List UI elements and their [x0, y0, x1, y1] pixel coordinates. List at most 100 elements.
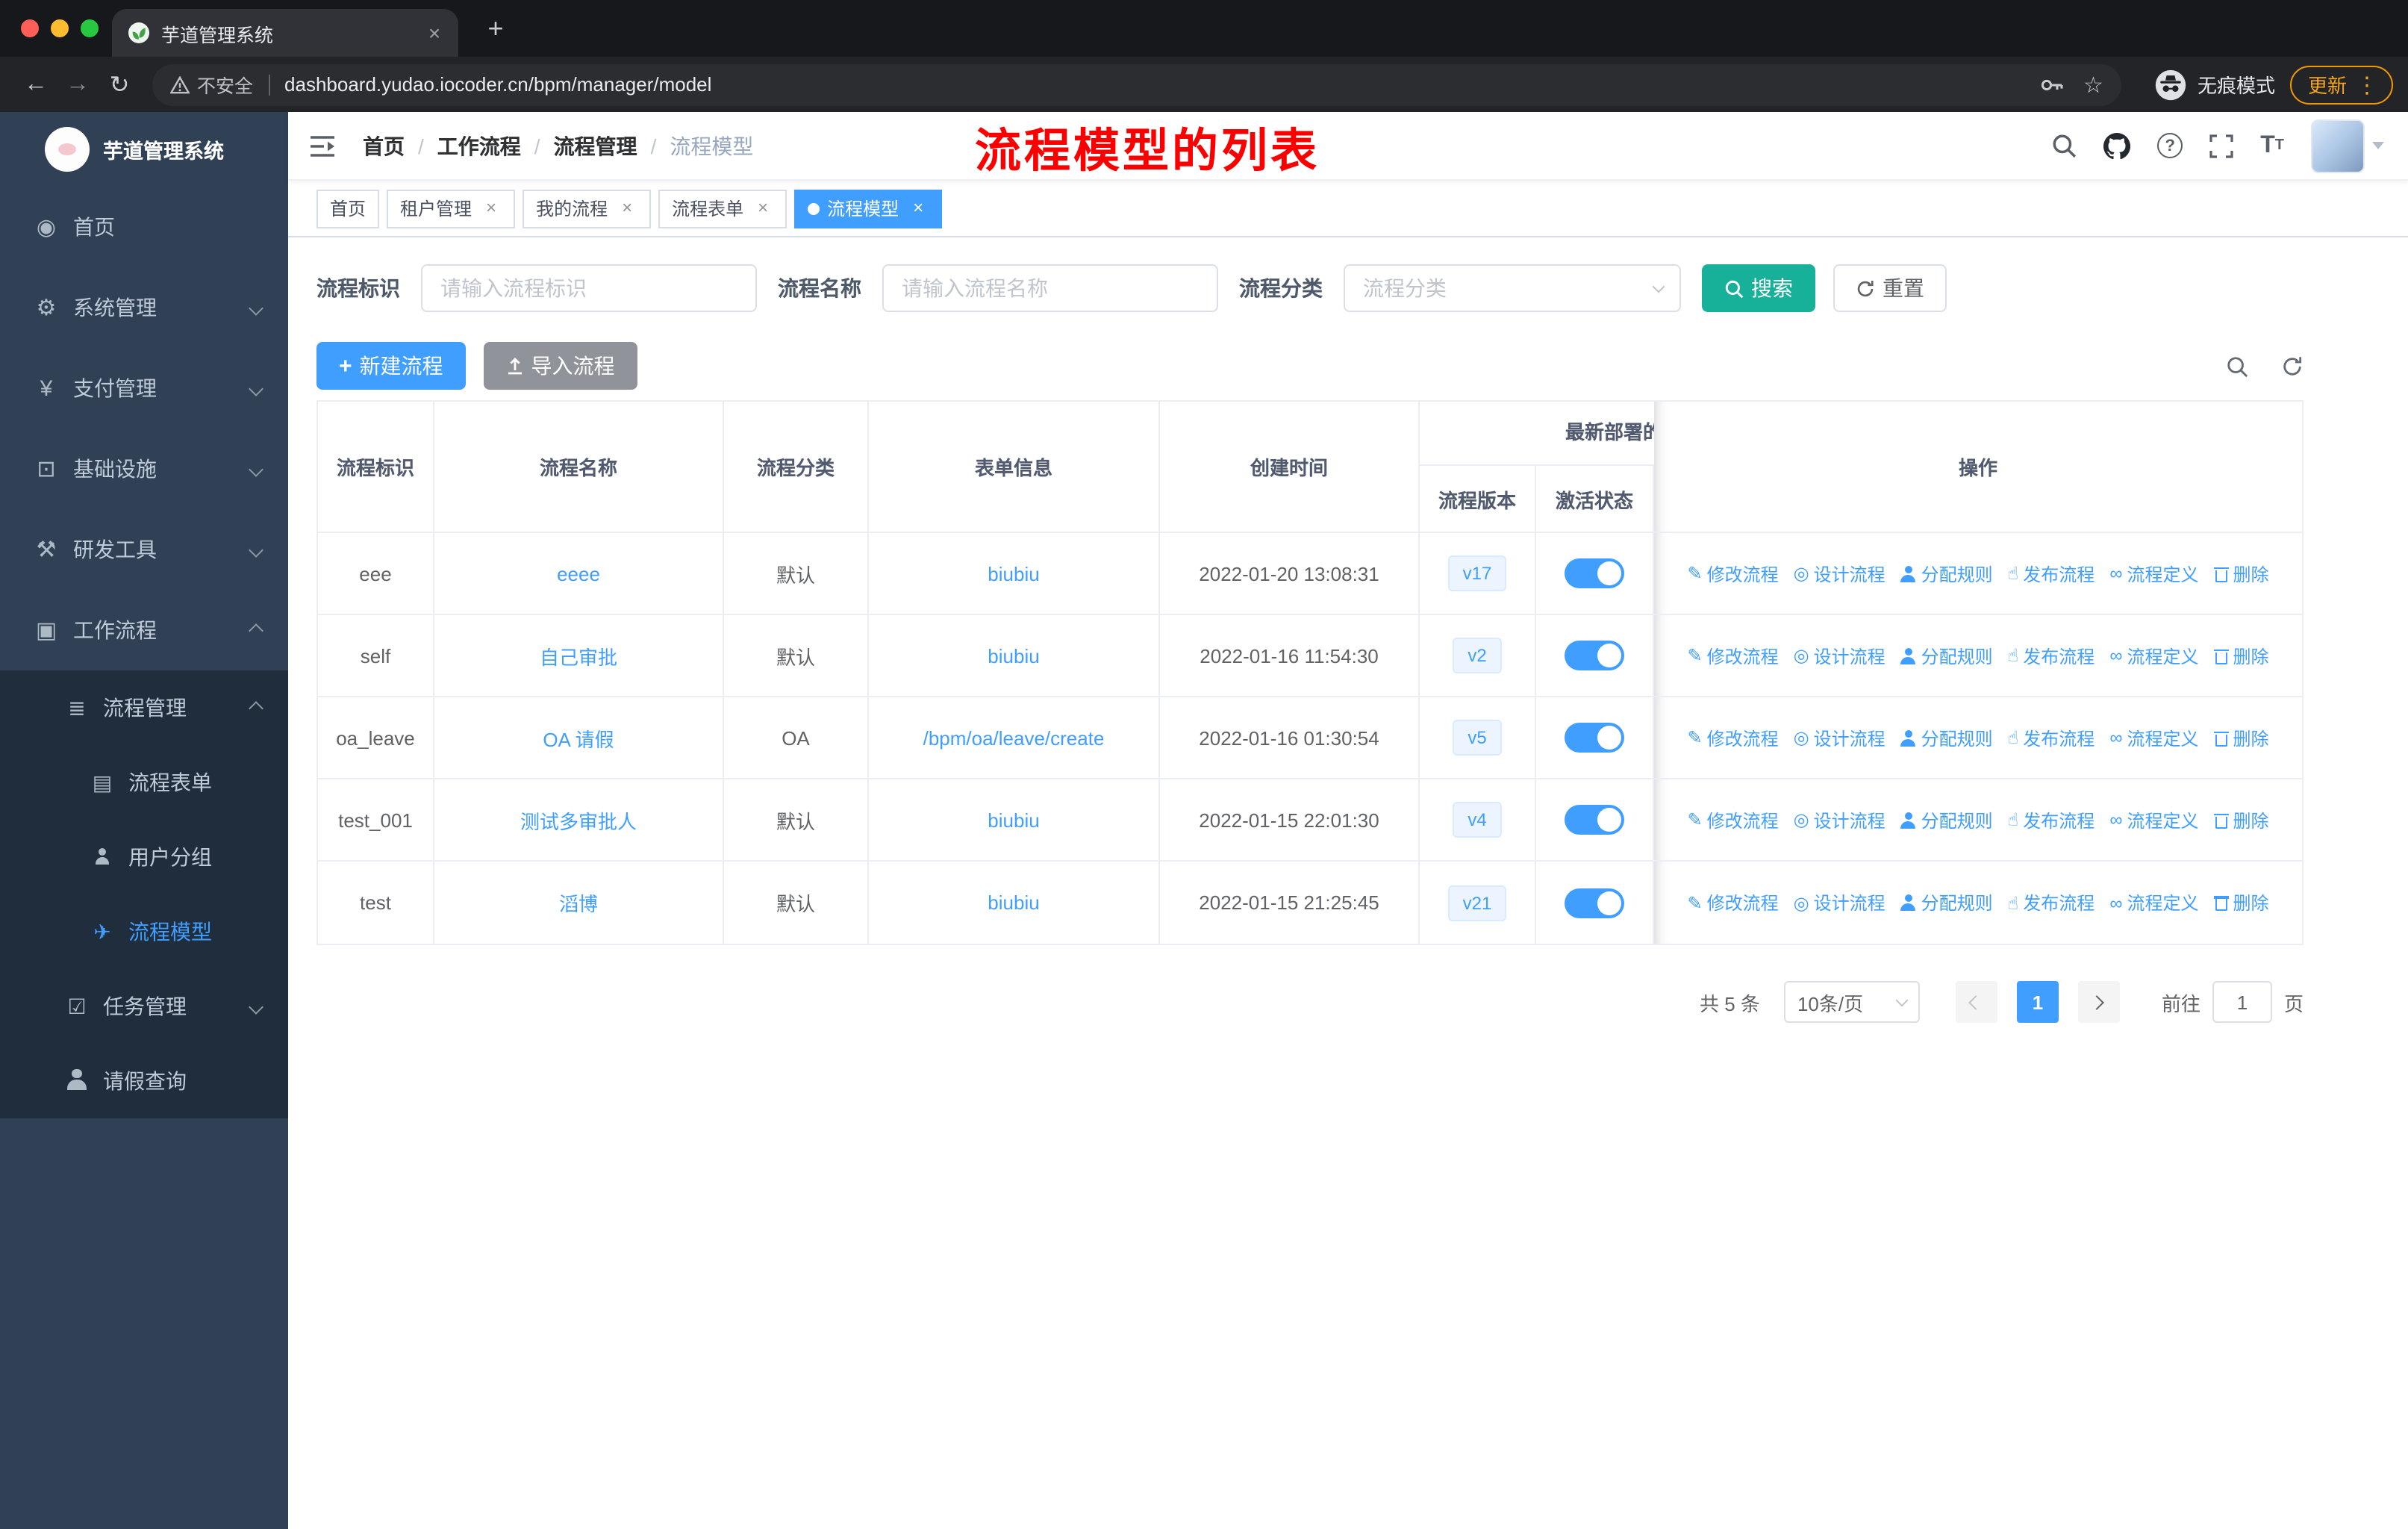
user-menu[interactable]: [2311, 119, 2384, 172]
process-name-link[interactable]: OA 请假: [543, 723, 614, 752]
assign-rule-link[interactable]: 分配规则: [1900, 561, 1993, 586]
sidebar-item-leave-query[interactable]: 请假查询: [0, 1044, 288, 1118]
process-name-link[interactable]: 测试多审批人: [520, 806, 637, 834]
active-toggle[interactable]: [1565, 888, 1624, 918]
bookmark-star-icon[interactable]: ☆: [2083, 71, 2103, 98]
edit-process-link[interactable]: ✎ 修改流程: [1687, 807, 1778, 832]
sidebar-item-workflow[interactable]: ▣ 工作流程: [0, 590, 288, 670]
assign-rule-link[interactable]: 分配规则: [1900, 807, 1993, 832]
sidebar-item-infra[interactable]: ⊡ 基础设施: [0, 429, 288, 509]
security-chip[interactable]: 不安全: [170, 70, 253, 99]
search-icon[interactable]: [2051, 133, 2077, 158]
page-size-select[interactable]: 10条/页: [1783, 981, 1920, 1023]
sidebar-item-system[interactable]: ⚙ 系统管理: [0, 267, 288, 348]
font-size-icon[interactable]: TT: [2260, 133, 2284, 158]
new-tab-button[interactable]: +: [478, 10, 514, 46]
window-close-button[interactable]: [21, 19, 39, 37]
browser-update-button[interactable]: 更新 ⋮: [2289, 65, 2393, 104]
browser-tab[interactable]: 芋道管理系统 ×: [112, 9, 458, 57]
fullscreen-icon[interactable]: [2209, 134, 2233, 158]
close-icon[interactable]: ×: [617, 197, 637, 219]
active-toggle[interactable]: [1565, 805, 1624, 835]
sidebar-item-process-form[interactable]: ▤ 流程表单: [0, 745, 288, 820]
active-toggle[interactable]: [1565, 558, 1624, 588]
goto-page-input[interactable]: [2212, 981, 2272, 1023]
publish-process-link[interactable]: ☝ 发布流程: [2008, 725, 2095, 750]
tag-my-process[interactable]: 我的流程 ×: [523, 189, 652, 228]
close-icon[interactable]: ×: [752, 197, 773, 219]
process-definition-link[interactable]: ∞ 流程定义: [2109, 643, 2198, 668]
prev-page-button[interactable]: [1955, 981, 1997, 1023]
menu-dots-icon[interactable]: ⋮: [2350, 71, 2384, 98]
tag-process-model[interactable]: 流程模型 ×: [794, 189, 943, 228]
sidebar-item-home[interactable]: ◉ 首页: [0, 187, 288, 267]
avatar[interactable]: [2311, 119, 2365, 172]
sidebar-item-payment[interactable]: ¥ 支付管理: [0, 348, 288, 429]
process-definition-link[interactable]: ∞ 流程定义: [2109, 807, 2198, 832]
process-definition-link[interactable]: ∞ 流程定义: [2109, 725, 2198, 750]
create-process-button[interactable]: + 新建流程: [316, 342, 466, 390]
delete-link[interactable]: 删除: [2213, 643, 2269, 668]
key-icon[interactable]: [2039, 72, 2062, 96]
category-select[interactable]: 流程分类: [1344, 264, 1681, 312]
publish-process-link[interactable]: ☝ 发布流程: [2008, 643, 2095, 668]
delete-link[interactable]: 删除: [2213, 561, 2269, 586]
design-process-link[interactable]: ◎ 设计流程: [1794, 807, 1885, 832]
sidebar-item-process-mgmt[interactable]: ≣ 流程管理: [0, 670, 288, 745]
import-process-button[interactable]: 导入流程: [483, 342, 637, 390]
form-link[interactable]: biubiu: [988, 891, 1039, 914]
form-link[interactable]: biubiu: [988, 809, 1039, 831]
window-zoom-button[interactable]: [81, 19, 99, 37]
edit-process-link[interactable]: ✎ 修改流程: [1687, 643, 1778, 668]
sidebar-item-process-model[interactable]: ✈ 流程模型: [0, 894, 288, 969]
back-icon[interactable]: ←: [15, 63, 57, 105]
form-link[interactable]: biubiu: [988, 562, 1039, 585]
form-link[interactable]: /bpm/oa/leave/create: [923, 726, 1105, 749]
edit-process-link[interactable]: ✎ 修改流程: [1687, 725, 1778, 750]
breadcrumb-process-mgmt[interactable]: 流程管理: [554, 131, 637, 161]
window-minimize-button[interactable]: [51, 19, 69, 37]
design-process-link[interactable]: ◎ 设计流程: [1794, 725, 1885, 750]
sidebar-item-devtools[interactable]: ⚒ 研发工具: [0, 509, 288, 590]
design-process-link[interactable]: ◎ 设计流程: [1794, 561, 1885, 586]
sidebar-item-user-group[interactable]: 用户分组: [0, 820, 288, 894]
publish-process-link[interactable]: ☝ 发布流程: [2008, 561, 2095, 586]
publish-process-link[interactable]: ☝ 发布流程: [2008, 890, 2095, 915]
page-number-current[interactable]: 1: [2016, 981, 2059, 1023]
process-definition-link[interactable]: ∞ 流程定义: [2109, 890, 2198, 915]
close-icon[interactable]: ×: [481, 197, 502, 219]
delete-link[interactable]: 删除: [2213, 725, 2269, 750]
active-toggle[interactable]: [1565, 723, 1624, 753]
sidebar-logo[interactable]: 芋道管理系统: [0, 112, 288, 187]
delete-link[interactable]: 删除: [2213, 890, 2269, 915]
tag-process-form[interactable]: 流程表单 ×: [658, 189, 787, 228]
tag-home[interactable]: 首页: [316, 189, 380, 228]
refresh-icon[interactable]: [2281, 355, 2303, 377]
breadcrumb-home[interactable]: 首页: [363, 131, 405, 161]
form-link[interactable]: biubiu: [988, 644, 1039, 667]
forward-icon[interactable]: →: [57, 63, 99, 105]
process-key-input[interactable]: [421, 264, 757, 312]
next-page-button[interactable]: [2077, 981, 2120, 1023]
design-process-link[interactable]: ◎ 设计流程: [1794, 643, 1885, 668]
publish-process-link[interactable]: ☝ 发布流程: [2008, 807, 2095, 832]
process-name-link[interactable]: eeee: [557, 562, 600, 585]
assign-rule-link[interactable]: 分配规则: [1900, 890, 1993, 915]
sidebar-collapse-icon[interactable]: [306, 129, 339, 162]
process-name-link[interactable]: 自己审批: [540, 641, 617, 670]
edit-process-link[interactable]: ✎ 修改流程: [1687, 561, 1778, 586]
active-toggle[interactable]: [1565, 641, 1624, 670]
process-name-input[interactable]: [882, 264, 1218, 312]
help-icon[interactable]: ?: [2157, 133, 2183, 158]
tab-close-icon[interactable]: ×: [422, 21, 446, 45]
search-button[interactable]: 搜索: [1702, 264, 1815, 312]
reset-button[interactable]: 重置: [1833, 264, 1947, 312]
delete-link[interactable]: 删除: [2213, 807, 2269, 832]
sidebar-item-task-mgmt[interactable]: ☑ 任务管理: [0, 969, 288, 1044]
design-process-link[interactable]: ◎ 设计流程: [1794, 890, 1885, 915]
process-definition-link[interactable]: ∞ 流程定义: [2109, 561, 2198, 586]
assign-rule-link[interactable]: 分配规则: [1900, 725, 1993, 750]
close-icon[interactable]: ×: [908, 197, 929, 219]
breadcrumb-workflow[interactable]: 工作流程: [437, 131, 521, 161]
reload-icon[interactable]: ↻: [99, 63, 140, 105]
